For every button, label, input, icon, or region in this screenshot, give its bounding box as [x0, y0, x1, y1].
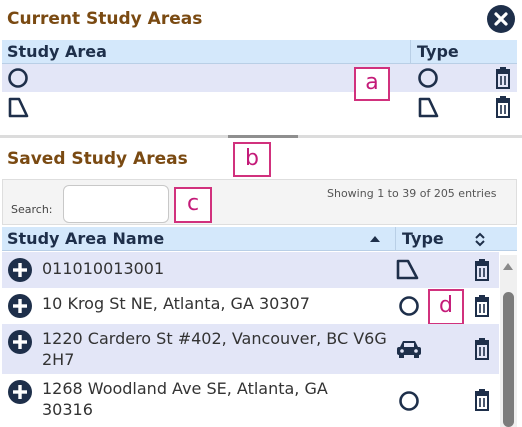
- scrollbar-thumb[interactable]: [503, 292, 514, 427]
- scroll-up-arrow-icon[interactable]: [503, 263, 513, 270]
- close-button[interactable]: [487, 5, 515, 33]
- add-button[interactable]: [8, 294, 32, 318]
- annotation-c: c: [174, 187, 212, 223]
- close-icon: [494, 12, 508, 26]
- trash-icon[interactable]: [472, 295, 492, 317]
- plus-icon: [13, 335, 27, 349]
- plus-icon: [13, 299, 27, 313]
- panel-splitter[interactable]: [0, 135, 522, 138]
- sort-both-icon[interactable]: [474, 232, 486, 247]
- trash-icon[interactable]: [472, 259, 492, 281]
- polygon-icon: [396, 259, 419, 280]
- column-header-saved-type[interactable]: Type: [402, 229, 444, 248]
- polygon-icon: [418, 97, 439, 118]
- circle-icon: [399, 391, 419, 411]
- column-header-study-area[interactable]: Study Area: [7, 42, 107, 61]
- study-area-name: 1268 Woodland Ave SE, Atlanta, GA 30316: [42, 379, 328, 419]
- search-input[interactable]: [63, 185, 169, 223]
- saved-table-header: Study Area Name Type: [2, 227, 517, 251]
- add-button[interactable]: [8, 258, 32, 282]
- annotation-b: b: [233, 142, 271, 177]
- column-header-type[interactable]: Type: [417, 42, 459, 61]
- add-button[interactable]: [8, 380, 32, 404]
- current-row-circle[interactable]: [2, 64, 517, 92]
- table-row[interactable]: 1268 Woodland Ave SE, Atlanta, GA 30316: [2, 374, 499, 427]
- plus-icon: [13, 263, 27, 277]
- trash-icon[interactable]: [472, 389, 492, 411]
- study-area-name: 10 Krog St NE, Atlanta, GA 30307: [42, 294, 310, 313]
- entries-info: Showing 1 to 39 of 205 entries: [327, 187, 497, 200]
- current-study-areas-title: Current Study Areas: [7, 9, 203, 29]
- splitter-grip[interactable]: [228, 135, 298, 138]
- trash-icon[interactable]: [493, 96, 513, 118]
- study-area-name: 1220 Cardero St #402, Vancouver, BC V6G …: [42, 329, 387, 369]
- table-row[interactable]: 011010013001: [2, 252, 499, 288]
- current-table-header: Study Area Type: [2, 40, 517, 64]
- current-row-polygon[interactable]: [2, 92, 517, 122]
- annotation-d: d: [428, 289, 464, 325]
- table-row[interactable]: 1220 Cardero St #402, Vancouver, BC V6G …: [2, 324, 499, 374]
- saved-study-areas-title: Saved Study Areas: [7, 149, 188, 169]
- circle-icon: [399, 296, 419, 316]
- table-scrollbar[interactable]: [500, 255, 517, 427]
- column-header-study-area-name[interactable]: Study Area Name: [7, 229, 164, 248]
- search-bar: Search: Showing 1 to 39 of 205 entries: [2, 179, 517, 225]
- sort-ascending-icon[interactable]: [370, 235, 380, 243]
- trash-icon[interactable]: [493, 67, 513, 89]
- annotation-a: a: [354, 67, 390, 101]
- circle-icon: [8, 68, 28, 88]
- study-area-name: 011010013001: [42, 259, 165, 278]
- add-button[interactable]: [8, 330, 32, 354]
- table-row[interactable]: 10 Krog St NE, Atlanta, GA 30307: [2, 288, 499, 324]
- trash-icon[interactable]: [472, 338, 492, 360]
- search-label: Search:: [11, 203, 53, 216]
- circle-icon: [418, 68, 438, 88]
- plus-icon: [13, 385, 27, 399]
- polygon-icon: [8, 97, 29, 118]
- car-icon: [397, 341, 421, 358]
